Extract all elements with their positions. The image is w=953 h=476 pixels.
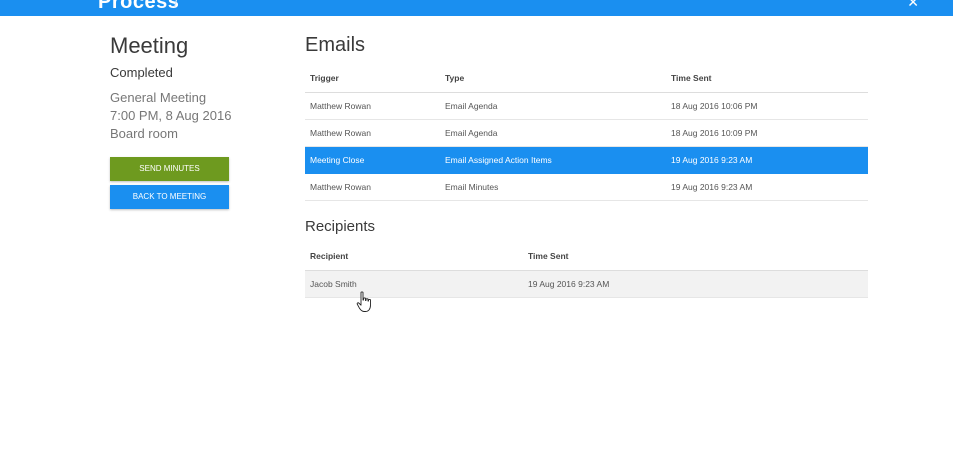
cell-trigger: Matthew Rowan [305,92,440,120]
table-row[interactable]: Matthew Rowan Email Agenda 18 Aug 2016 1… [305,92,868,120]
page-title: Meeting [110,33,189,58]
top-navbar: Process / ✕ [0,0,953,16]
send-minutes-button[interactable]: SEND MINUTES [110,157,229,181]
column-header-type[interactable]: Type [440,64,666,93]
meeting-status: Completed [110,65,173,80]
cell-type: Email Agenda [440,119,666,147]
table-header-row: Trigger Type Time Sent [305,64,868,93]
cell-recipient: Jacob Smith [305,270,523,298]
recipients-heading: Recipients [305,218,376,235]
table-row[interactable]: Matthew Rowan Email Minutes 19 Aug 2016 … [305,173,868,201]
table-header-row: Recipient Time Sent [305,242,868,271]
column-header-time-sent[interactable]: Time Sent [523,242,868,271]
cell-trigger: Matthew Rowan [305,119,440,147]
back-to-meeting-button[interactable]: BACK TO MEETING [110,185,229,209]
cell-trigger: Meeting Close [305,146,440,174]
user-icon[interactable]: ✕ [907,0,919,11]
column-header-trigger[interactable]: Trigger [305,64,440,93]
hand-pointer-cursor-icon [356,291,371,312]
table-row[interactable]: Jacob Smith 19 Aug 2016 9:23 AM [305,270,868,298]
column-header-recipient[interactable]: Recipient [305,242,523,271]
meeting-location: Board room [110,126,178,141]
cell-time-sent: 18 Aug 2016 10:09 PM [666,119,868,147]
cell-time-sent: 19 Aug 2016 9:23 AM [666,146,868,174]
brand-suffix: / [174,0,178,10]
cell-type: Email Agenda [440,92,666,120]
cell-type: Email Assigned Action Items [440,146,666,174]
cell-trigger: Matthew Rowan [305,173,440,201]
cell-time-sent: 18 Aug 2016 10:06 PM [666,92,868,120]
cell-time-sent: 19 Aug 2016 9:23 AM [666,173,868,201]
meeting-datetime: 7:00 PM, 8 Aug 2016 [110,108,232,123]
column-header-time-sent[interactable]: Time Sent [666,64,868,93]
cell-time-sent: 19 Aug 2016 9:23 AM [523,270,868,298]
table-row[interactable]: Matthew Rowan Email Agenda 18 Aug 2016 1… [305,119,868,147]
emails-heading: Emails [305,34,366,56]
app-logo[interactable]: Process [98,0,179,14]
emails-table: Trigger Type Time Sent Matthew Rowan Ema… [305,64,868,201]
recipients-table: Recipient Time Sent Jacob Smith 19 Aug 2… [305,242,868,298]
meeting-name: General Meeting [110,90,207,105]
cell-type: Email Minutes [440,173,666,201]
table-row-selected[interactable]: Meeting Close Email Assigned Action Item… [305,146,868,174]
